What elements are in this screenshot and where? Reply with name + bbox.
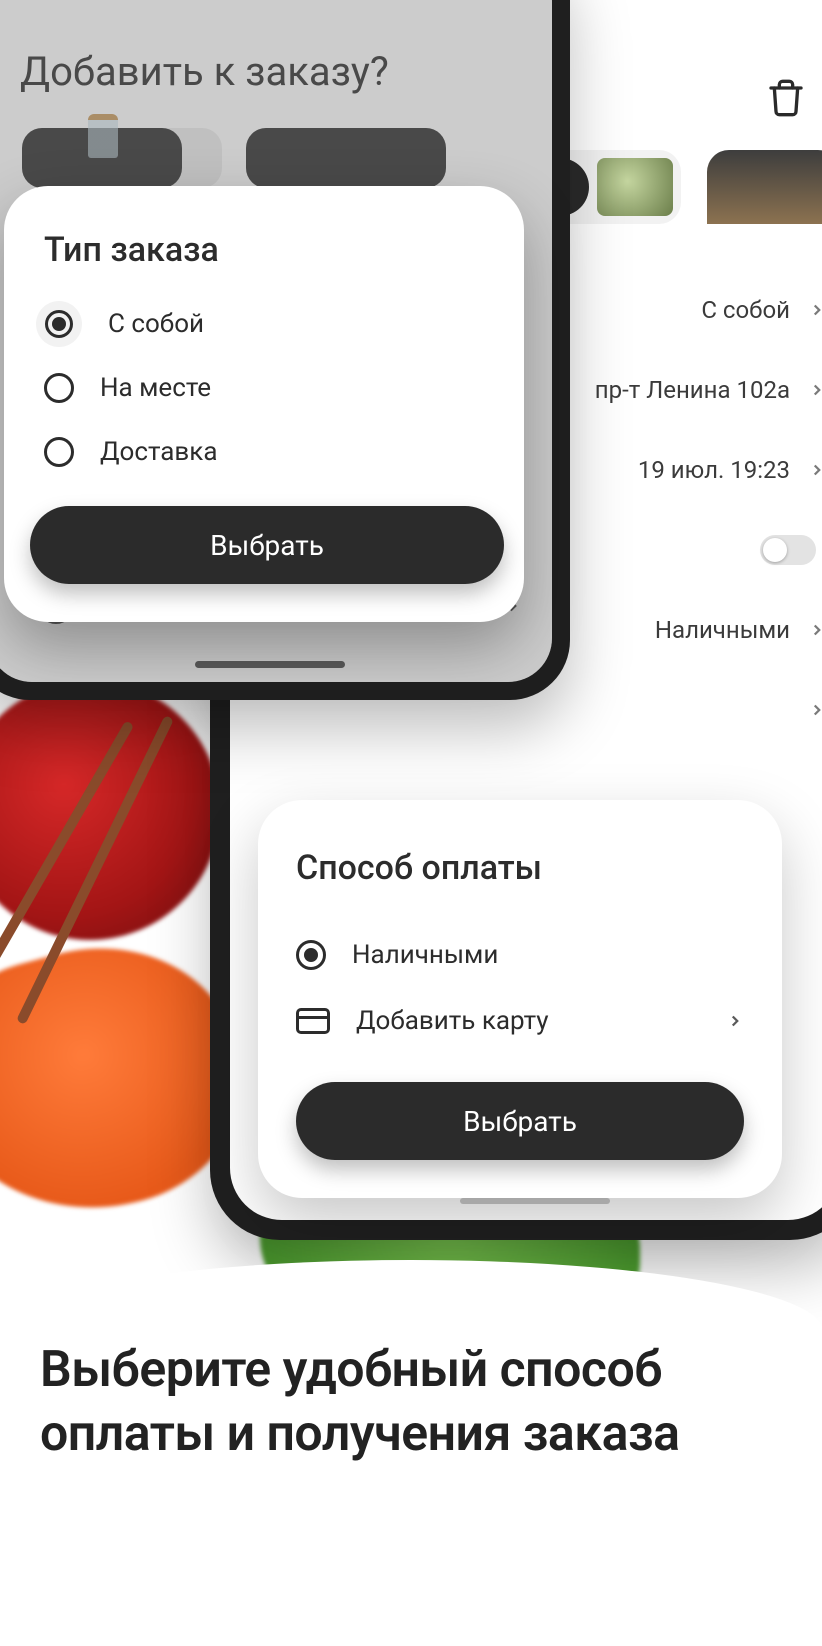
row-value: 19 июл. 19:23	[638, 456, 790, 484]
order-type-option-takeaway[interactable]: С собой	[44, 292, 484, 356]
select-button[interactable]: Выбрать	[296, 1082, 744, 1160]
bg-sushi-roll	[0, 680, 220, 940]
button-label: Выбрать	[210, 529, 324, 562]
order-type-option-delivery[interactable]: Доставка	[44, 420, 484, 484]
order-type-option-dinein[interactable]: На месте	[44, 356, 484, 420]
chevron-right-icon	[726, 1012, 744, 1030]
option-label: Добавить карту	[356, 1006, 549, 1036]
radio-selected-icon	[36, 301, 82, 347]
option-label: С собой	[108, 309, 204, 339]
marketing-headline: Выберите удобный способ оплаты и получен…	[40, 1338, 792, 1466]
payment-option-cash[interactable]: Наличными	[296, 922, 744, 988]
payment-method-modal: Способ оплаты Наличными Добавить карту В…	[258, 800, 782, 1198]
radio-empty-icon	[44, 437, 74, 467]
trash-icon[interactable]	[766, 76, 806, 120]
modal-title: Тип заказа	[44, 230, 484, 270]
chevron-right-icon	[808, 701, 822, 719]
button-label: Выбрать	[463, 1105, 577, 1138]
option-label: На месте	[100, 373, 211, 403]
chevron-right-icon	[808, 461, 822, 479]
option-label: Доставка	[100, 437, 218, 467]
chevron-right-icon	[808, 301, 822, 319]
row-value: С собой	[701, 296, 790, 324]
home-indicator	[195, 661, 345, 668]
radio-selected-icon	[296, 940, 326, 970]
toggle-switch[interactable]	[760, 535, 816, 565]
row-value: пр-т Ленина 102а	[595, 376, 790, 404]
modal-title: Способ оплаты	[296, 848, 744, 888]
home-indicator	[460, 1198, 610, 1204]
payment-option-add-card[interactable]: Добавить карту	[296, 988, 744, 1054]
option-label: Наличными	[352, 940, 498, 970]
upsell-card[interactable]	[707, 150, 822, 224]
product-thumb	[597, 158, 673, 216]
chevron-right-icon	[808, 381, 822, 399]
select-button[interactable]: Выбрать	[30, 506, 504, 584]
card-icon	[296, 1008, 330, 1034]
row-value: Наличными	[655, 616, 790, 644]
chevron-right-icon	[808, 621, 822, 639]
order-type-modal: Тип заказа С собой На месте Доставка Выб…	[4, 186, 524, 622]
radio-empty-icon	[44, 373, 74, 403]
